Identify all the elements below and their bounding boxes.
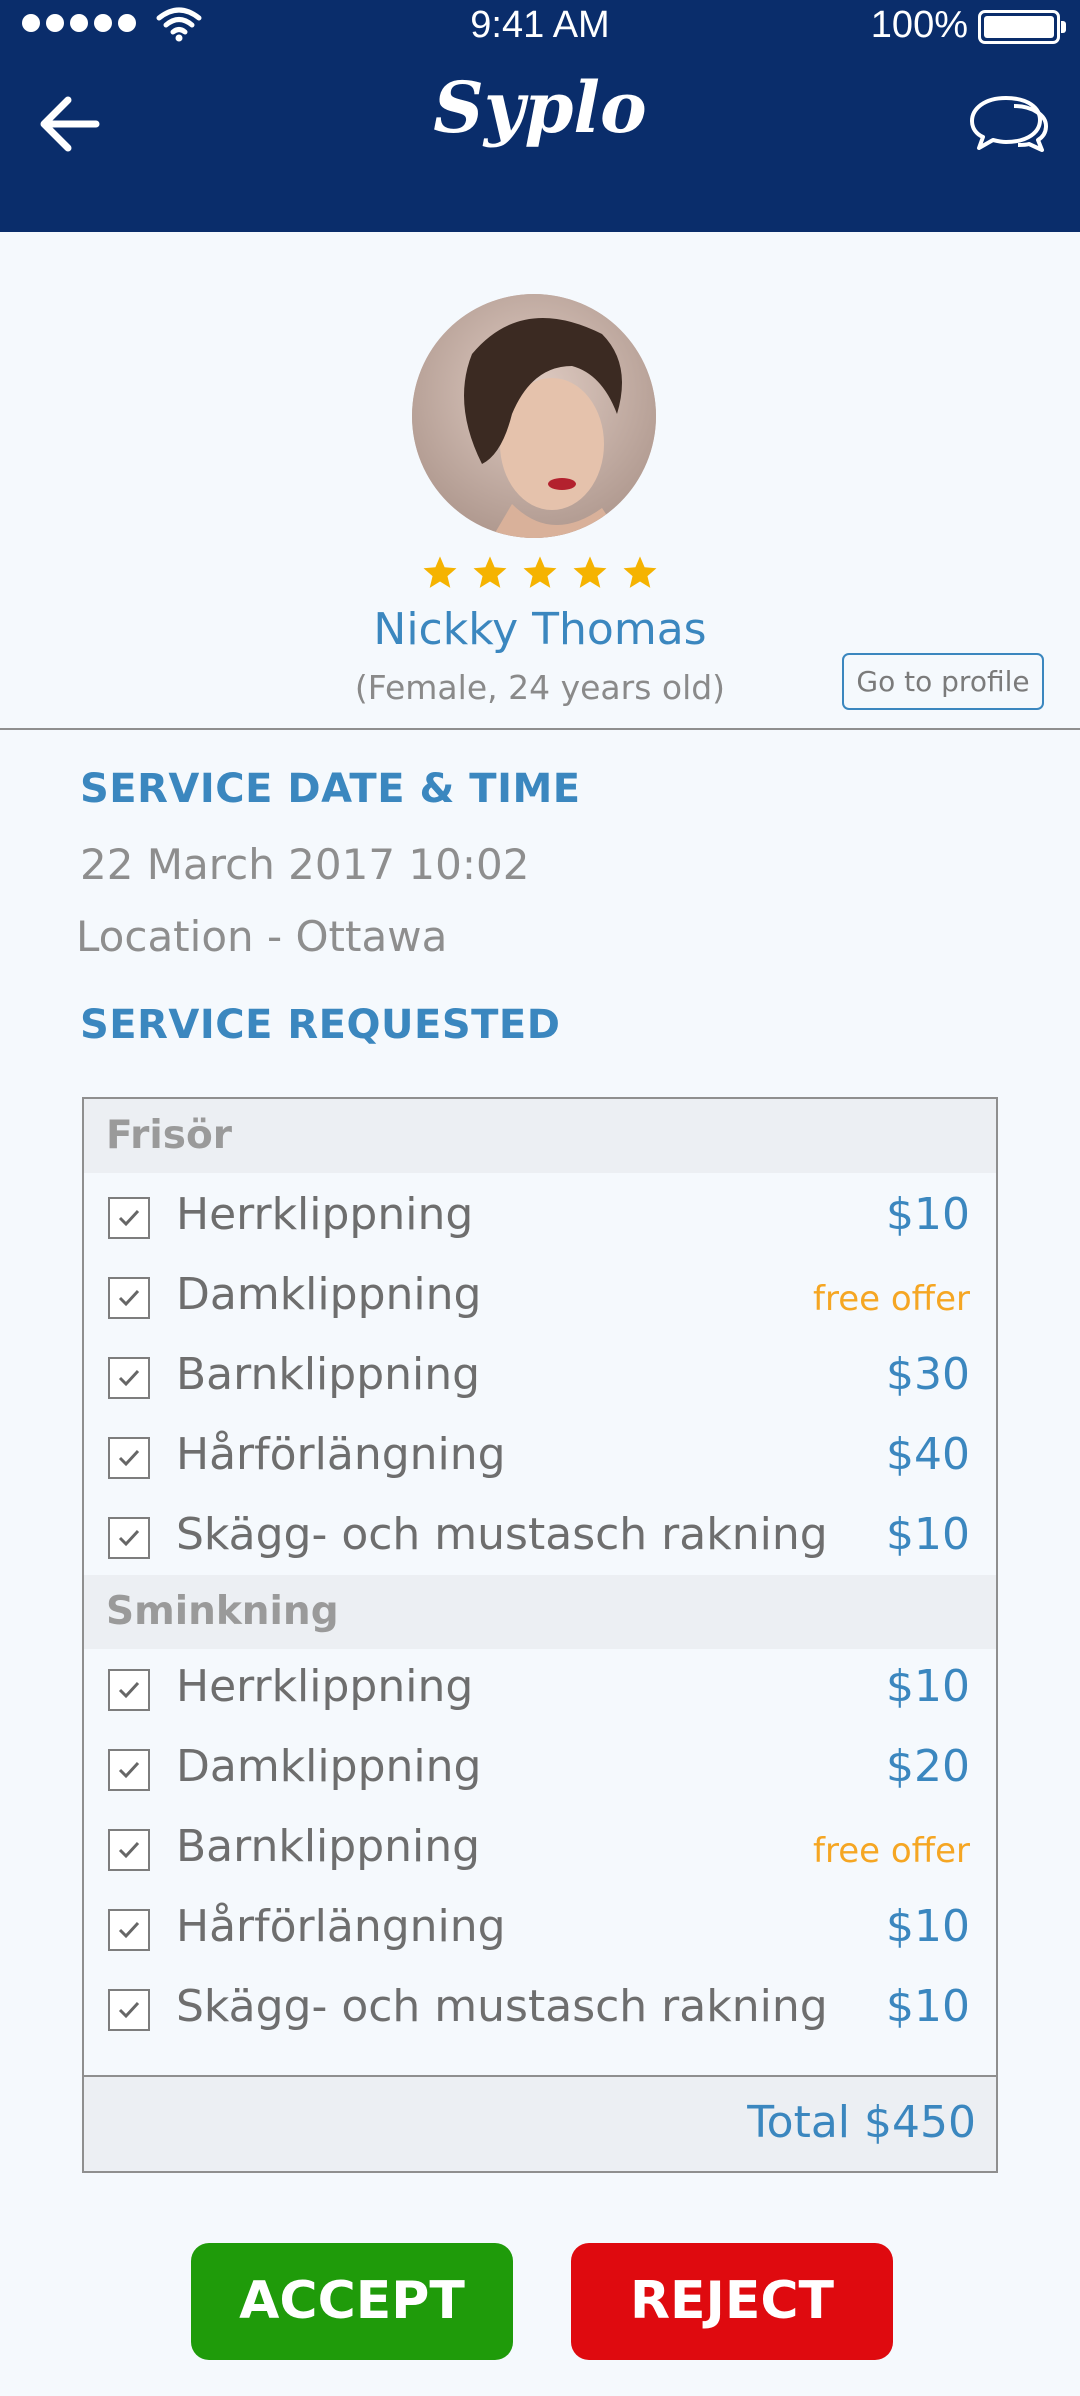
star-icon bbox=[573, 556, 607, 588]
service-name: Barnklippning bbox=[176, 1821, 481, 1872]
checkmark-icon bbox=[118, 1921, 140, 1939]
checkmark-icon bbox=[118, 1449, 140, 1467]
checkmark-icon bbox=[118, 1681, 140, 1699]
service-name: Herrklippning bbox=[176, 1661, 474, 1712]
free-offer-label: free offer bbox=[813, 1831, 970, 1871]
list-item[interactable]: Barnklippning free offer bbox=[84, 1809, 996, 1889]
service-name: Skägg- och mustasch rakning bbox=[176, 1981, 828, 2032]
service-name: Damklippning bbox=[176, 1741, 482, 1792]
checkbox[interactable] bbox=[108, 1357, 150, 1399]
checkbox[interactable] bbox=[108, 1437, 150, 1479]
checkmark-icon bbox=[118, 1529, 140, 1547]
star-icon bbox=[423, 556, 457, 588]
star-icon bbox=[523, 556, 557, 588]
star-icon bbox=[623, 556, 657, 588]
checkbox[interactable] bbox=[108, 1197, 150, 1239]
service-requested-heading: SERVICE REQUESTED bbox=[80, 1002, 561, 1048]
services-list: Frisör Herrklippning $10 Damklippning fr… bbox=[82, 1097, 998, 2173]
avatar bbox=[412, 294, 656, 538]
app-header: 9:41 AM 100% Syplo bbox=[0, 0, 1080, 232]
service-price: $10 bbox=[886, 1661, 970, 1712]
checkmark-icon bbox=[118, 1841, 140, 1859]
checkbox[interactable] bbox=[108, 1517, 150, 1559]
checkmark-icon bbox=[118, 2001, 140, 2019]
service-price: $10 bbox=[886, 1901, 970, 1952]
list-item[interactable]: Damklippning free offer bbox=[84, 1257, 996, 1337]
service-name: Damklippning bbox=[176, 1269, 482, 1320]
status-bar: 9:41 AM 100% bbox=[0, 0, 1080, 56]
service-price: $40 bbox=[886, 1429, 970, 1480]
total-amount: Total $450 bbox=[747, 2097, 976, 2148]
service-name: Skägg- och mustasch rakning bbox=[176, 1509, 828, 1560]
free-offer-label: free offer bbox=[813, 1279, 970, 1319]
reject-button[interactable]: REJECT bbox=[571, 2243, 893, 2360]
checkbox[interactable] bbox=[108, 1909, 150, 1951]
list-item[interactable]: Herrklippning $10 bbox=[84, 1649, 996, 1729]
service-price: $10 bbox=[886, 1509, 970, 1560]
list-item[interactable]: Skägg- och mustasch rakning $10 bbox=[84, 1969, 996, 2049]
rating-stars bbox=[0, 554, 1080, 592]
list-item[interactable]: Hårförlängning $40 bbox=[84, 1417, 996, 1497]
checkbox[interactable] bbox=[108, 1829, 150, 1871]
list-item[interactable]: Damklippning $20 bbox=[84, 1729, 996, 1809]
service-date-heading: SERVICE DATE & TIME bbox=[80, 766, 581, 812]
service-name: Hårförlängning bbox=[176, 1429, 506, 1480]
checkmark-icon bbox=[118, 1761, 140, 1779]
service-price: $10 bbox=[886, 1981, 970, 2032]
list-item[interactable]: Herrklippning $10 bbox=[84, 1177, 996, 1257]
service-date-time: 22 March 2017 10:02 bbox=[80, 840, 530, 889]
service-name: Herrklippning bbox=[176, 1189, 474, 1240]
checkmark-icon bbox=[118, 1209, 140, 1227]
list-item[interactable]: Hårförlängning $10 bbox=[84, 1889, 996, 1969]
chat-bubbles-icon[interactable] bbox=[966, 92, 1050, 156]
service-price: $10 bbox=[886, 1189, 970, 1240]
star-icon bbox=[473, 556, 507, 588]
checkbox[interactable] bbox=[108, 1989, 150, 2031]
divider bbox=[0, 728, 1080, 730]
accept-button[interactable]: ACCEPT bbox=[191, 2243, 513, 2360]
list-item[interactable]: Skägg- och mustasch rakning $10 bbox=[84, 1497, 996, 1577]
battery-icon bbox=[978, 10, 1066, 44]
service-price: $30 bbox=[886, 1349, 970, 1400]
checkbox[interactable] bbox=[108, 1669, 150, 1711]
group-header-sminkning: Sminkning bbox=[84, 1575, 996, 1649]
list-item[interactable]: Barnklippning $30 bbox=[84, 1337, 996, 1417]
customer-name: Nickky Thomas bbox=[373, 604, 707, 655]
service-name: Hårförlängning bbox=[176, 1901, 506, 1952]
checkmark-icon bbox=[118, 1369, 140, 1387]
service-location: Location - Ottawa bbox=[76, 912, 448, 961]
checkbox[interactable] bbox=[108, 1749, 150, 1791]
go-to-profile-button[interactable]: Go to profile bbox=[842, 653, 1044, 710]
service-name: Barnklippning bbox=[176, 1349, 481, 1400]
checkbox[interactable] bbox=[108, 1277, 150, 1319]
group-header-frisor: Frisör bbox=[84, 1099, 996, 1173]
battery-percentage: 100% bbox=[870, 4, 968, 46]
app-title: Syplo bbox=[433, 66, 647, 149]
total-bar: Total $450 bbox=[84, 2075, 996, 2171]
checkmark-icon bbox=[118, 1289, 140, 1307]
service-price: $20 bbox=[886, 1741, 970, 1792]
